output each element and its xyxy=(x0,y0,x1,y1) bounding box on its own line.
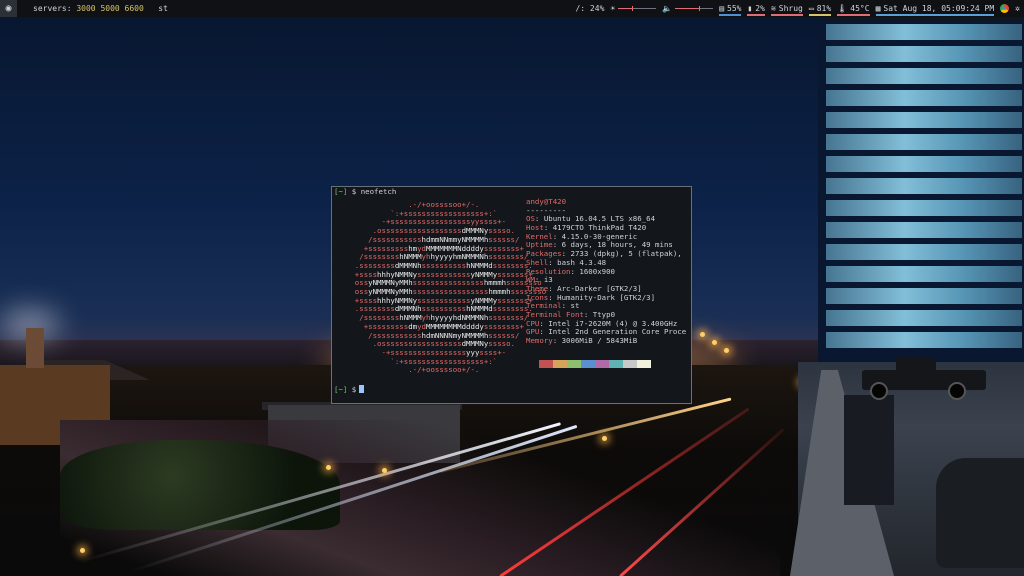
status-bar: ◉ servers: 3000 5000 6600 st /: 24% ☀ 🔈 … xyxy=(0,0,1024,17)
command-prompt: [~] $ neofetch xyxy=(334,187,397,196)
terminal-window[interactable]: [~] $ neofetch .-/+oossssoo+/-. `:+sssss… xyxy=(331,186,692,404)
settings-tray-icon[interactable]: ✲ xyxy=(1015,0,1020,17)
server-ports: 3000 5000 6600 xyxy=(76,4,144,13)
ubuntu-ascii-logo: .-/+oossssoo+/-. `:+ssssssssssssssssss+:… xyxy=(354,200,547,375)
brightness-icon: ☀ xyxy=(610,4,616,13)
user-host: andy@T420 xyxy=(526,197,567,206)
storage-status: ▤ 55% xyxy=(719,0,742,17)
system-info: andy@T420 --------- OS: Ubuntu 16.04.5 L… xyxy=(526,197,686,346)
disk-usage: /: 24% xyxy=(575,0,604,17)
volume-control[interactable]: 🔈 xyxy=(662,0,714,17)
info-row-memory: Memory: 3006MiB / 5843MiB xyxy=(526,336,638,345)
servers-label: servers: xyxy=(33,4,72,13)
wifi-status[interactable]: ≋ Shrug xyxy=(770,0,803,17)
palette-swatch xyxy=(637,360,651,368)
chrome-tray-icon[interactable] xyxy=(1000,4,1010,13)
palette-swatch xyxy=(539,360,553,368)
menu-logo-icon[interactable]: ◉ xyxy=(0,0,17,17)
palette-swatch xyxy=(553,360,567,368)
battery-status: ▭ 81% xyxy=(808,0,832,17)
cpu-status: ▮ 2% xyxy=(747,0,765,17)
palette-swatch xyxy=(567,360,581,368)
info-separator: --------- xyxy=(526,205,567,215)
command-line: [~] $ neofetch xyxy=(334,187,397,197)
volume-icon: 🔈 xyxy=(662,4,673,13)
palette-swatch xyxy=(609,360,623,368)
disk-usage-text: /: 24% xyxy=(575,4,605,13)
shell-prompt: [~] $ xyxy=(334,385,357,394)
clock[interactable]: ▦ Sat Aug 18, 05:09:24 PM xyxy=(875,0,995,17)
brightness-control[interactable]: ☀ xyxy=(610,0,657,17)
layout-indicator[interactable]: st xyxy=(158,4,168,13)
color-palette xyxy=(539,360,651,368)
input-line[interactable]: [~] $ xyxy=(334,385,365,395)
workspace-status: servers: 3000 5000 6600 st xyxy=(33,0,168,17)
palette-swatch xyxy=(623,360,637,368)
brightness-slider[interactable] xyxy=(618,6,657,11)
palette-swatch xyxy=(581,360,595,368)
volume-slider[interactable] xyxy=(675,6,714,11)
temperature-status: 🌡 45°C xyxy=(837,0,870,17)
text-cursor xyxy=(359,385,365,393)
palette-swatch xyxy=(595,360,609,368)
